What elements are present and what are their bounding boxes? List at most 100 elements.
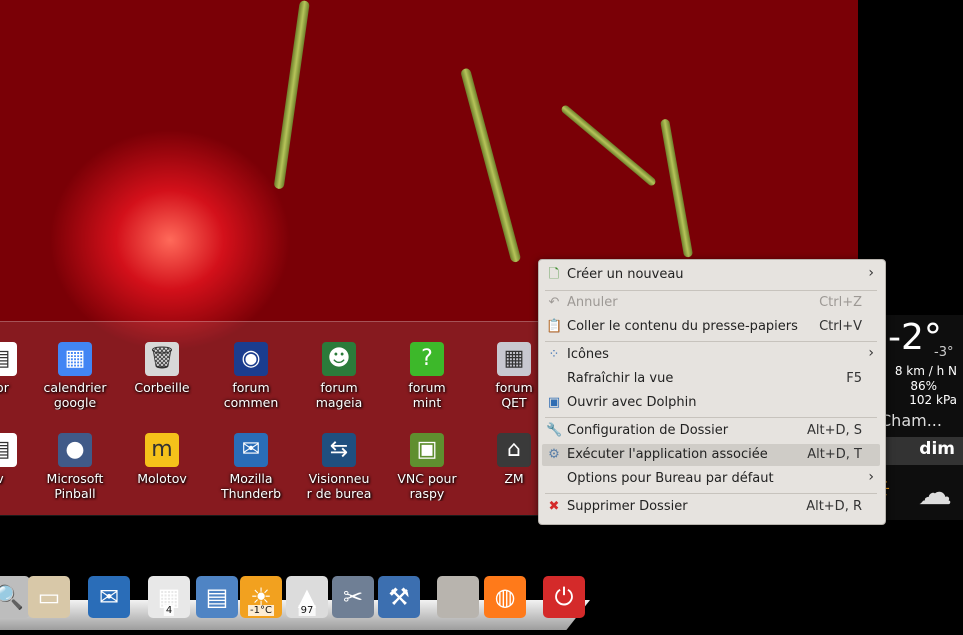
menu-item-label: Exécuter l'application associée	[567, 447, 768, 462]
desktop-icon-label: calendrier google	[43, 380, 107, 410]
menu-item-refresh[interactable]: Rafraîchir la vue F5	[542, 368, 880, 390]
menu-item-shortcut: Alt+D, R	[806, 499, 862, 514]
updates-icon[interactable]: ▲ 97	[286, 576, 328, 618]
desktop-icon-label: Corbeille	[134, 380, 190, 395]
weather-wind: 8 km / h N	[894, 364, 957, 378]
menu-item-icons[interactable]: ⁘ Icônes ›	[542, 344, 880, 366]
wrench-icon: 🔧	[546, 423, 563, 438]
forum-mageia-icon: ☻	[322, 342, 356, 376]
desktop-icon-label: forum mint	[408, 380, 446, 410]
menu-item-create-new[interactable]: 🗋 Créer un nouveau ›	[542, 264, 880, 286]
trash-icon: 🗑	[145, 342, 179, 376]
snow-cloud-icon: ☁	[918, 473, 952, 513]
menu-item-shortcut: Alt+D, T	[807, 447, 862, 462]
menu-item-shortcut: Ctrl+Z	[819, 295, 862, 310]
menu-item-label: Annuler	[567, 295, 618, 310]
desktop-icon-label: Molotov	[137, 471, 187, 486]
file-manager-icon[interactable]: ▤	[196, 576, 238, 618]
desktop-icon-label: Visionneu r de burea	[306, 471, 372, 501]
menu-item-shortcut: Alt+D, S	[806, 423, 862, 438]
dock-badge: 4	[163, 605, 175, 616]
system-settings-icon[interactable]: ⚒	[378, 576, 420, 618]
power-icon[interactable]: ⏻	[543, 576, 585, 618]
cherry-stem	[560, 103, 658, 188]
remote-desktop-viewer-icon: ⇆	[322, 433, 356, 467]
menu-item-label: Créer un nouveau	[567, 267, 684, 282]
menu-item-label: Coller le contenu du presse-papiers	[567, 319, 798, 334]
desktop-icon-label: Mozilla Thunderb	[220, 471, 282, 501]
menu-item-delete-folder[interactable]: ✖ Supprimer Dossier Alt+D, R	[542, 496, 880, 518]
desktop-icon[interactable]: 🗑 Corbeille	[120, 342, 204, 395]
chevron-right-icon: ›	[868, 265, 874, 281]
forum-mint-icon: ?	[410, 342, 444, 376]
paste-icon: 📋	[546, 319, 563, 334]
cherry-stem	[460, 67, 522, 264]
file-cabinet-icon[interactable]: ▭	[28, 576, 70, 618]
menu-item-folder-config[interactable]: 🔧 Configuration de Dossier Alt+D, S	[542, 420, 880, 442]
desktop-icon[interactable]: ▣ VNC pour raspy	[385, 433, 469, 501]
desktop-icon[interactable]: ⇆ Visionneu r de burea	[297, 433, 381, 501]
thunderbird-icon: ✉	[234, 433, 268, 467]
forum-qet-icon: ▦	[497, 342, 531, 376]
weather-day: dim	[919, 439, 955, 459]
menu-item-label: Icônes	[567, 347, 609, 362]
weather-temperature-min: -3°	[934, 345, 954, 360]
chevron-right-icon: ›	[868, 345, 874, 361]
menu-separator	[545, 341, 877, 342]
desktop-icon[interactable]: m Molotov	[120, 433, 204, 486]
vnc-icon: ▣	[410, 433, 444, 467]
zm-icon: ⌂	[497, 433, 531, 467]
blank-app-icon[interactable]	[437, 576, 479, 618]
magnifier-icon[interactable]: 🔍	[0, 576, 30, 618]
menu-item-label: Ouvrir avec Dolphin	[567, 395, 697, 410]
menu-separator	[545, 417, 877, 418]
menu-item-default-desktop-options[interactable]: Options pour Bureau par défaut ›	[542, 468, 880, 490]
desktop-icon[interactable]: ☻ forum mageia	[297, 342, 381, 410]
menu-item-undo[interactable]: ↶ Annuler Ctrl+Z	[542, 292, 880, 314]
desktop-icon[interactable]: ✉ Mozilla Thunderb	[209, 433, 293, 501]
gear-icon: ⚙	[548, 447, 560, 462]
delete-icon: ✖	[548, 499, 560, 514]
desktop-icon-label: forum mageia	[315, 380, 363, 410]
cherry-stem	[660, 118, 694, 258]
forum-commentcamarche-icon: ◉	[234, 342, 268, 376]
menu-item-shortcut: Ctrl+V	[819, 319, 862, 334]
new-document-icon: 🗋	[548, 267, 560, 282]
weather-humidity: 86%	[910, 379, 937, 393]
chevron-right-icon: ›	[868, 469, 874, 485]
cherry-stem	[273, 0, 310, 190]
weather-city: Cham...	[880, 411, 942, 430]
menu-item-label: Configuration de Dossier	[567, 423, 729, 438]
desktop-icon[interactable]: ● Microsoft Pinball	[33, 433, 117, 501]
menu-separator	[545, 493, 877, 494]
menu-separator	[545, 290, 877, 291]
weather-pressure: 102 kPa	[909, 393, 957, 407]
desktop-icon[interactable]: ? forum mint	[385, 342, 469, 410]
virtual-desktops-icon[interactable]: ▦ 4	[148, 576, 190, 618]
desktop-icon-label: VNC pour raspy	[397, 471, 457, 501]
dock-badge: 97	[298, 605, 316, 616]
icons-view-icon: ⁘	[548, 347, 560, 362]
desktop-context-menu: 🗋 Créer un nouveau › ↶ Annuler Ctrl+Z 📋 …	[538, 259, 886, 525]
thunderbird-icon[interactable]: ✉	[88, 576, 130, 618]
menu-item-open-dolphin[interactable]: ▣ Ouvrir avec Dolphin	[542, 392, 880, 414]
menu-item-label: Rafraîchir la vue	[567, 371, 674, 386]
menu-item-run-associated-app[interactable]: ⚙ Exécuter l'application associée Alt+D,…	[542, 444, 880, 466]
menu-item-label: Supprimer Dossier	[567, 499, 688, 514]
dock-badge: -1°C	[248, 605, 274, 616]
pinball-icon: ●	[58, 433, 92, 467]
google-calendar-icon: ▦	[58, 342, 92, 376]
dolphin-icon: ▣	[547, 395, 561, 410]
desktop-icon[interactable]: ▦ calendrier google	[33, 342, 117, 410]
menu-item-shortcut: F5	[846, 371, 862, 386]
firefox-icon[interactable]: ◍	[484, 576, 526, 618]
weather-sun-icon[interactable]: ☀ -1°C	[240, 576, 282, 618]
menu-item-label: Options pour Bureau par défaut	[567, 471, 774, 486]
desktop-icon[interactable]: ◉ forum commen	[209, 342, 293, 410]
molotov-icon: m	[145, 433, 179, 467]
tools-icon[interactable]: ✂	[332, 576, 374, 618]
undo-icon: ↶	[548, 295, 560, 310]
text-icon: ▤	[0, 433, 17, 467]
menu-item-paste[interactable]: 📋 Coller le contenu du presse-papiers Ct…	[542, 316, 880, 338]
desktop-icon-label: Microsoft Pinball	[46, 471, 104, 501]
